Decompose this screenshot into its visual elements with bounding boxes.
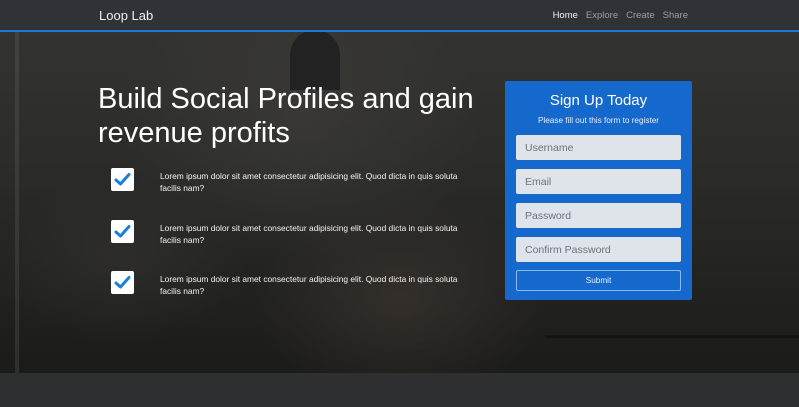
feature-item: Lorem ipsum dolor sit amet consectetur a… [111,220,481,260]
password-input[interactable] [516,203,681,228]
submit-button[interactable]: Submit [516,270,681,291]
top-navbar: Loop Lab Home Explore Create Share [0,0,799,32]
nav-links: Home Explore Create Share [553,10,688,21]
checkmark-icon [111,220,134,243]
signup-subtitle: Please fill out this form to register [537,116,660,125]
feature-item: Lorem ipsum dolor sit amet consectetur a… [111,168,481,208]
email-input[interactable] [516,169,681,194]
brand-logo[interactable]: Loop Lab [99,8,153,23]
checkmark-icon [111,168,134,191]
nav-link-explore[interactable]: Explore [586,10,618,21]
nav-link-share[interactable]: Share [663,10,688,21]
nav-link-home[interactable]: Home [553,10,578,21]
feature-text: Lorem ipsum dolor sit amet consectetur a… [160,223,458,245]
footer-strip [0,373,799,407]
signup-title: Sign Up Today [549,92,648,109]
username-input[interactable] [516,135,681,160]
signup-form: Sign Up Today Please fill out this form … [505,81,692,300]
hero-section: Build Social Profiles and gain revenue p… [0,0,799,373]
feature-item: Lorem ipsum dolor sit amet consectetur a… [111,271,481,311]
feature-text: Lorem ipsum dolor sit amet consectetur a… [160,274,458,296]
nav-link-create[interactable]: Create [626,10,655,21]
checkmark-icon [111,271,134,294]
confirm-password-input[interactable] [516,237,681,262]
hero-headline: Build Social Profiles and gain revenue p… [98,82,498,150]
headline-part1: Build [98,83,171,115]
feature-text: Lorem ipsum dolor sit amet consectetur a… [160,171,458,193]
headline-emphasis: Social Profiles [170,83,355,115]
